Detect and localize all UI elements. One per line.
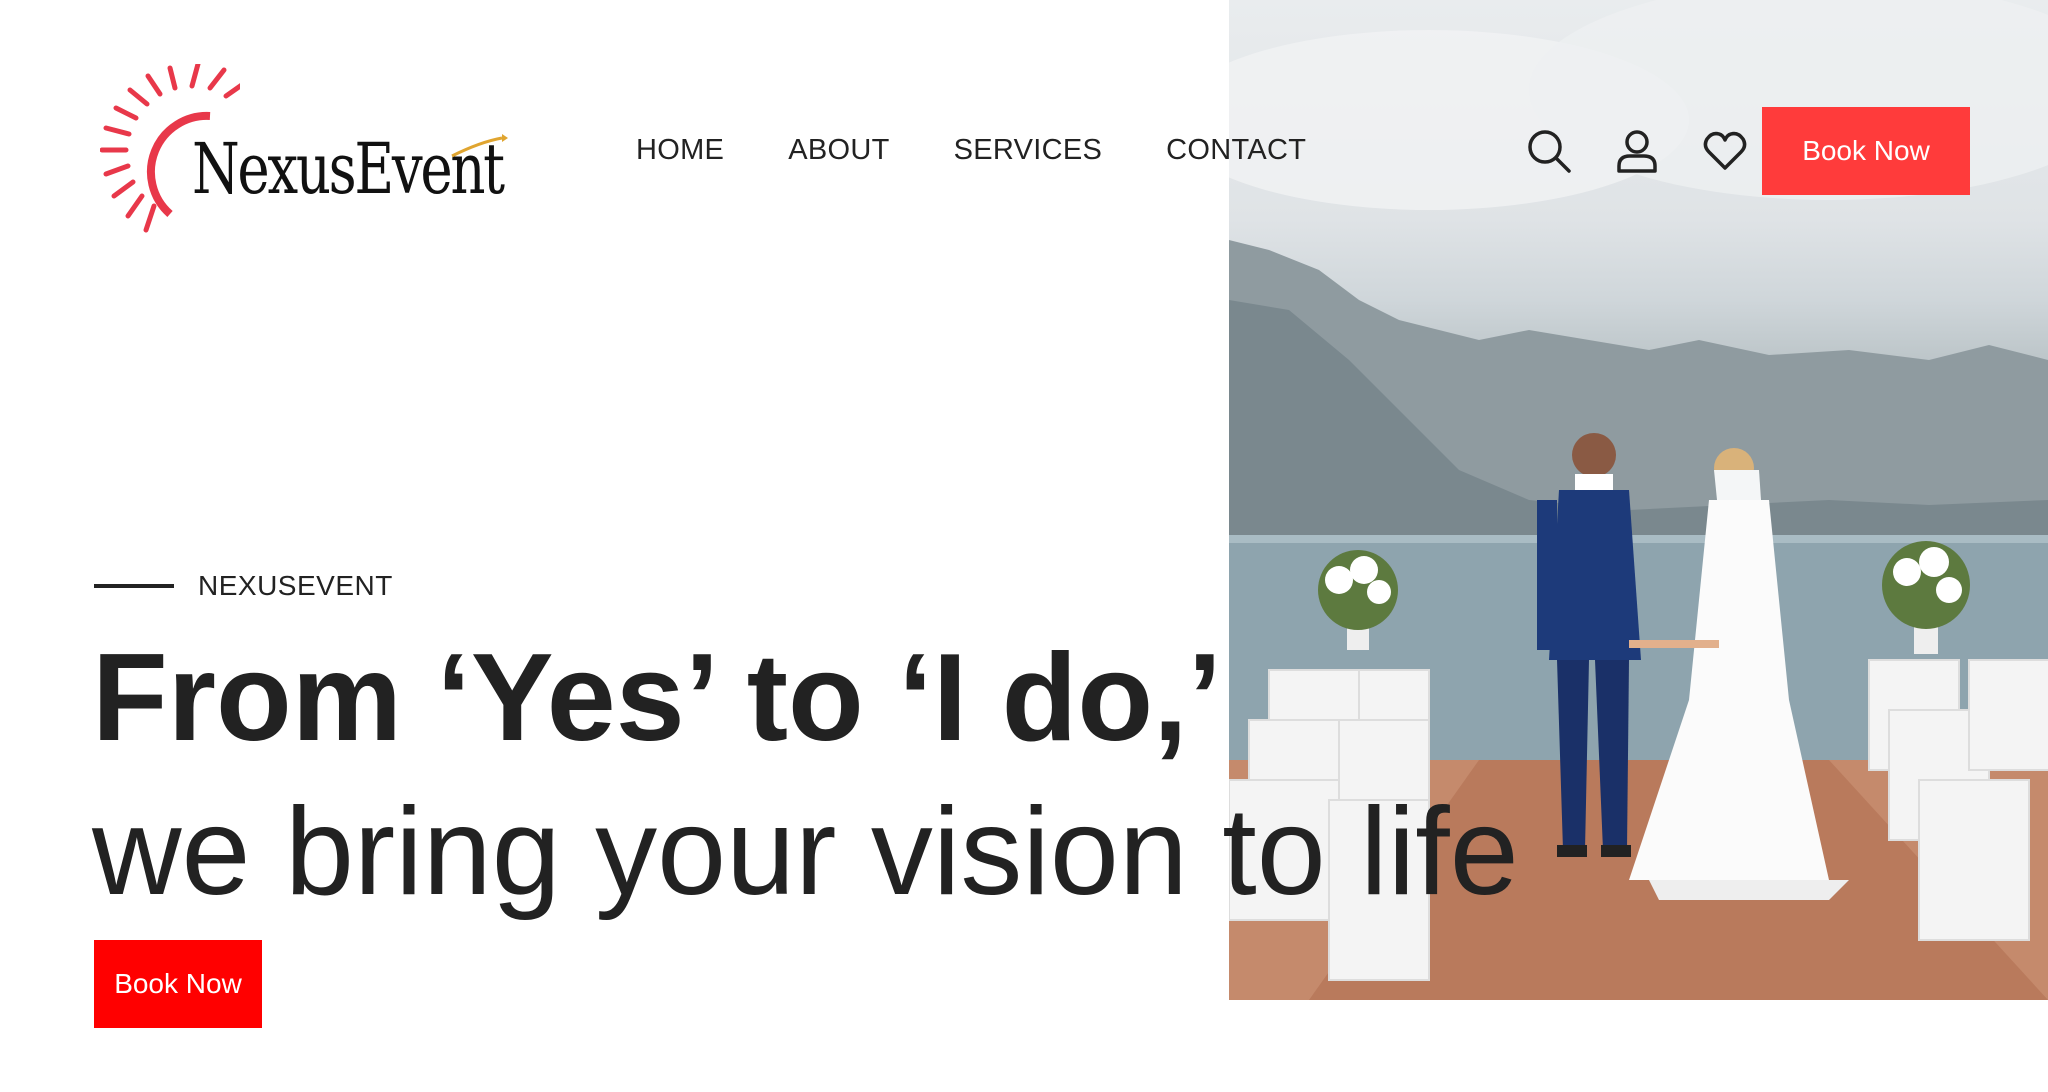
main-nav: HOME ABOUT SERVICES CONTACT <box>636 132 1370 168</box>
hero-headline-line-1: From ‘Yes’ to ‘I do,’ <box>92 629 1222 767</box>
user-icon[interactable] <box>1614 128 1660 174</box>
eyebrow-text: NEXUSEVENT <box>198 570 393 601</box>
nav-contact[interactable]: CONTACT <box>1166 132 1306 168</box>
search-icon[interactable] <box>1526 128 1572 174</box>
hero-book-now-button[interactable]: Book Now <box>94 940 262 1028</box>
nav-about[interactable]: ABOUT <box>788 132 889 168</box>
logo-swoosh-icon <box>451 134 508 158</box>
hero-headline-line-2: we bring your vision to life <box>92 783 1519 921</box>
hero-eyebrow: NEXUSEVENT <box>94 570 393 602</box>
heart-icon[interactable] <box>1702 128 1748 174</box>
eyebrow-divider <box>94 584 174 588</box>
nav-services[interactable]: SERVICES <box>954 132 1103 168</box>
nav-home[interactable]: HOME <box>636 132 724 168</box>
logo[interactable]: NexusEvent <box>100 64 520 250</box>
header-book-now-button[interactable]: Book Now <box>1762 107 1970 195</box>
